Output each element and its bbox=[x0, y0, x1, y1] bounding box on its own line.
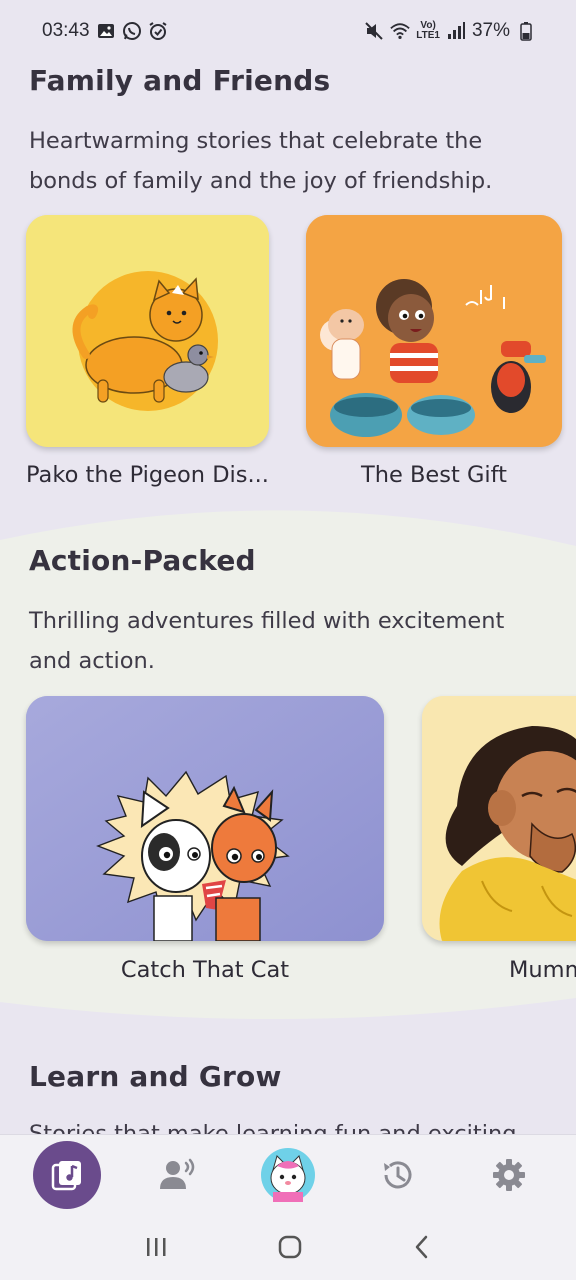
nav-library[interactable] bbox=[32, 1140, 102, 1210]
status-time: 03:43 bbox=[42, 20, 90, 41]
nav-history[interactable] bbox=[363, 1140, 433, 1210]
profile-avatar-icon[interactable] bbox=[260, 1147, 315, 1202]
section-title: Learn and Grow bbox=[29, 1060, 282, 1093]
whatsapp-icon bbox=[122, 21, 142, 41]
home-icon[interactable] bbox=[277, 1234, 303, 1260]
alarm-icon bbox=[148, 21, 168, 41]
book-card-catch-that-cat[interactable] bbox=[26, 696, 384, 941]
status-bar: 03:43 Vo) LTE1 37% bbox=[0, 0, 576, 62]
book-cover-laughing-girl bbox=[422, 696, 576, 941]
book-card-pako[interactable] bbox=[26, 215, 269, 447]
book-card-best-gift[interactable] bbox=[306, 215, 562, 447]
bottom-navigation bbox=[0, 1134, 576, 1214]
library-icon[interactable] bbox=[33, 1140, 102, 1209]
book-title-mumm[interactable]: Mumm bbox=[509, 957, 576, 983]
book-cover-boy-with-pots bbox=[306, 215, 562, 447]
system-navigation-bar bbox=[0, 1214, 576, 1280]
nav-profile[interactable] bbox=[253, 1140, 323, 1210]
signal-icon bbox=[446, 21, 466, 41]
settings-icon[interactable] bbox=[491, 1157, 527, 1193]
back-icon[interactable] bbox=[412, 1234, 432, 1260]
book-card-mumm[interactable] bbox=[422, 696, 576, 941]
book-cover-cat-and-pigeon bbox=[26, 215, 269, 447]
battery-percent: 37% bbox=[471, 20, 510, 41]
mute-icon bbox=[364, 21, 384, 41]
recent-apps-icon[interactable] bbox=[144, 1236, 168, 1258]
section-description: Thrilling adventures filled with excitem… bbox=[29, 608, 505, 674]
history-icon[interactable] bbox=[380, 1157, 416, 1193]
book-cover-two-cats bbox=[26, 696, 384, 941]
section-description: Heartwarming stories that celebrate the … bbox=[29, 128, 493, 194]
gallery-icon bbox=[96, 21, 116, 41]
nav-settings[interactable] bbox=[474, 1140, 544, 1210]
book-title-pako[interactable]: Pako the Pigeon Dis... bbox=[26, 462, 269, 488]
nav-read-aloud[interactable] bbox=[143, 1140, 213, 1210]
book-title-best-gift[interactable]: The Best Gift bbox=[306, 462, 562, 488]
section-title: Action-Packed bbox=[29, 544, 256, 577]
battery-icon bbox=[516, 21, 536, 41]
book-title-catch-that-cat[interactable]: Catch That Cat bbox=[26, 957, 384, 983]
section-title: Family and Friends bbox=[29, 64, 331, 97]
volte-icon: Vo) LTE1 bbox=[416, 20, 440, 41]
read-aloud-icon[interactable] bbox=[158, 1157, 198, 1193]
wifi-icon bbox=[390, 21, 410, 41]
